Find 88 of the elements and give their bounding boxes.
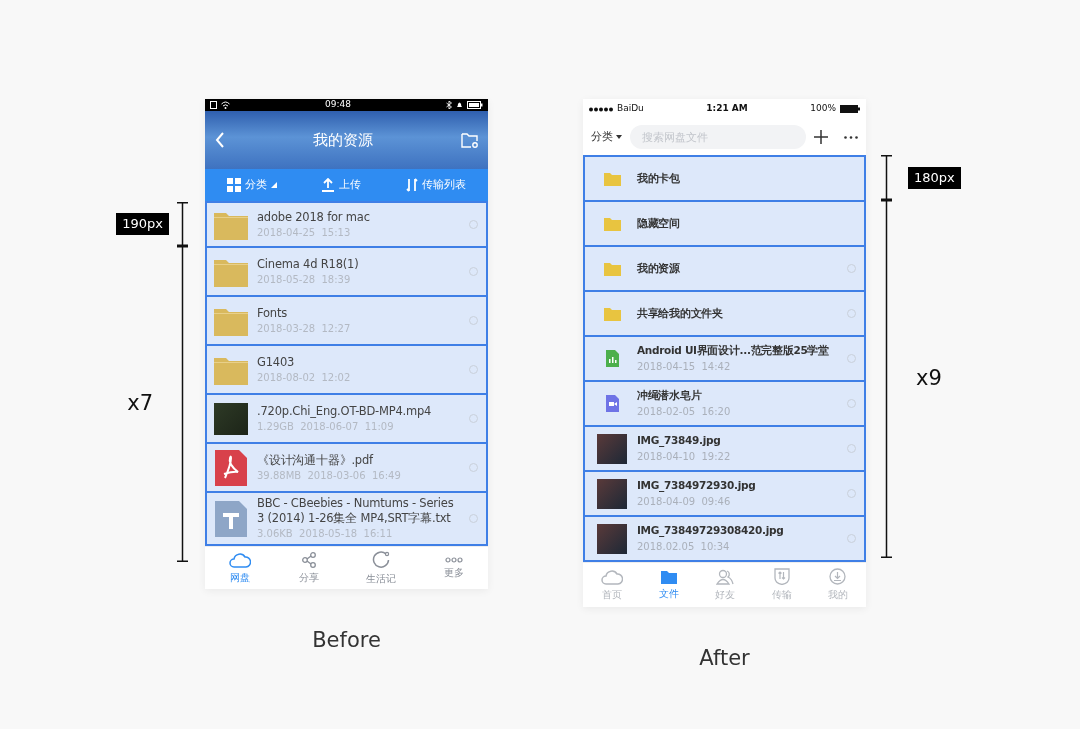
tab[interactable]: 网盘 [228, 551, 251, 585]
file-row[interactable]: Android UI界面设计...范完整版25学堂 2018-04-15 14:42 [583, 335, 866, 382]
file-name: Fonts [257, 305, 289, 321]
tab[interactable]: 文件 [659, 569, 680, 601]
file-name: adobe 2018 for mac [257, 209, 371, 225]
status-time: 1:21 AM [706, 102, 748, 116]
folder-settings-button[interactable] [461, 132, 478, 148]
back-button[interactable] [215, 132, 225, 148]
corner-triangle-icon [271, 182, 278, 188]
file-row[interactable]: 隐藏空间 [583, 200, 866, 247]
file-row[interactable]: 我的卡包 [583, 155, 866, 202]
count-label: x7 [127, 390, 153, 418]
tab[interactable]: 分享 [298, 551, 319, 585]
file-row[interactable]: IMG_73849729308420.jpg 2018.02.05 10:34 [583, 515, 866, 562]
share-icon [300, 551, 317, 568]
file-meta: 2018-02-05 16:20 [637, 404, 732, 419]
file-meta: 2018-04-15 14:42 [637, 359, 732, 374]
file-name: 冲绳潜水皂片 [637, 388, 703, 404]
file-name: IMG_7384972930.jpg [637, 478, 757, 494]
category-dropdown[interactable]: 分类 [591, 128, 622, 146]
pdf-file-icon [215, 449, 247, 486]
bell-icon [456, 101, 463, 109]
folder-icon [603, 216, 621, 231]
file-meta: 2018-04-10 19:22 [637, 449, 732, 464]
file-name: IMG_73849.jpg [637, 433, 722, 449]
photo-placeholder [597, 433, 627, 464]
cloud-icon [601, 568, 624, 585]
folder-icon [603, 306, 621, 321]
shield-arrows-icon [773, 568, 790, 585]
folder-icon [603, 261, 621, 276]
upload-icon [321, 178, 336, 192]
sim-icon [210, 101, 217, 109]
count-label: x9 [916, 365, 942, 393]
caption: After [699, 645, 750, 672]
folder-gear-icon [461, 132, 478, 148]
dimension-label: 190px [116, 213, 169, 235]
file-name: .720p.Chi_Eng.OT-BD-MP4.mp4 [257, 403, 433, 419]
file-row[interactable]: 冲绳潜水皂片 2018-02-05 16:20 [583, 380, 866, 427]
file-name: IMG_73849729308420.jpg [637, 523, 785, 539]
battery-icon [840, 105, 860, 113]
more-button[interactable] [844, 135, 858, 139]
people-icon [716, 568, 735, 585]
video-thumbnail [214, 402, 248, 435]
download-icon [829, 568, 847, 585]
file-row[interactable]: 共享给我的文件夹 [583, 290, 866, 337]
bluetooth-icon [446, 101, 452, 109]
file-meta: 2018-04-09 09:46 [637, 494, 732, 509]
photo-placeholder [597, 478, 627, 509]
add-button[interactable] [814, 130, 828, 144]
battery-percent: 100% [810, 102, 836, 116]
caption: Before [312, 627, 381, 654]
cloud-icon [228, 551, 251, 568]
text-file-icon [215, 500, 247, 537]
plus-icon [814, 130, 828, 144]
caret-icon [616, 135, 622, 139]
file-name: G1403 [257, 354, 296, 370]
file-name: 隐藏空间 [637, 215, 681, 231]
carrier-name: BaiDu [617, 102, 644, 116]
dimension-label: 180px [908, 166, 961, 189]
photo-placeholder [597, 523, 627, 554]
folder-icon [661, 569, 678, 584]
tab[interactable]: 更多 [444, 556, 465, 580]
screen-title: 我的资源 [313, 129, 373, 151]
file-name: 我的资源 [637, 260, 681, 276]
file-meta: 2018.02.05 10:34 [637, 539, 731, 554]
more-icon [445, 556, 464, 563]
status-time: 09:48 [325, 98, 351, 112]
file-name: Cinema 4d R18(1) [257, 256, 360, 272]
spreadsheet-file-icon [605, 350, 619, 367]
file-row[interactable]: IMG_73849.jpg 2018-04-10 19:22 [583, 425, 866, 472]
tab[interactable]: 生活记 [366, 550, 397, 586]
video-file-icon [605, 395, 619, 412]
sort-arrows-icon [405, 178, 418, 192]
file-name: 我的卡包 [637, 170, 681, 186]
file-name: BBC - CBeebies - Numtums - Series 3 (2014) 1-26集全 MP4,SRT字幕.txt [257, 496, 455, 526]
folder-icon [603, 171, 621, 186]
signal-icon [589, 106, 613, 112]
file-name: Android UI界面设计...范完整版25学堂 [637, 343, 830, 359]
battery-icon [467, 101, 483, 109]
file-row[interactable]: 我的资源 [583, 245, 866, 292]
ring-icon [372, 550, 391, 569]
wifi-icon [221, 101, 230, 109]
grid-icon [227, 178, 242, 192]
more-icon [844, 135, 858, 139]
file-row[interactable]: IMG_7384972930.jpg 2018-04-09 09:46 [583, 470, 866, 517]
file-name: 共享给我的文件夹 [637, 305, 724, 321]
file-name: 《设计沟通十器》.pdf [257, 452, 375, 468]
chevron-left-icon [215, 132, 225, 148]
